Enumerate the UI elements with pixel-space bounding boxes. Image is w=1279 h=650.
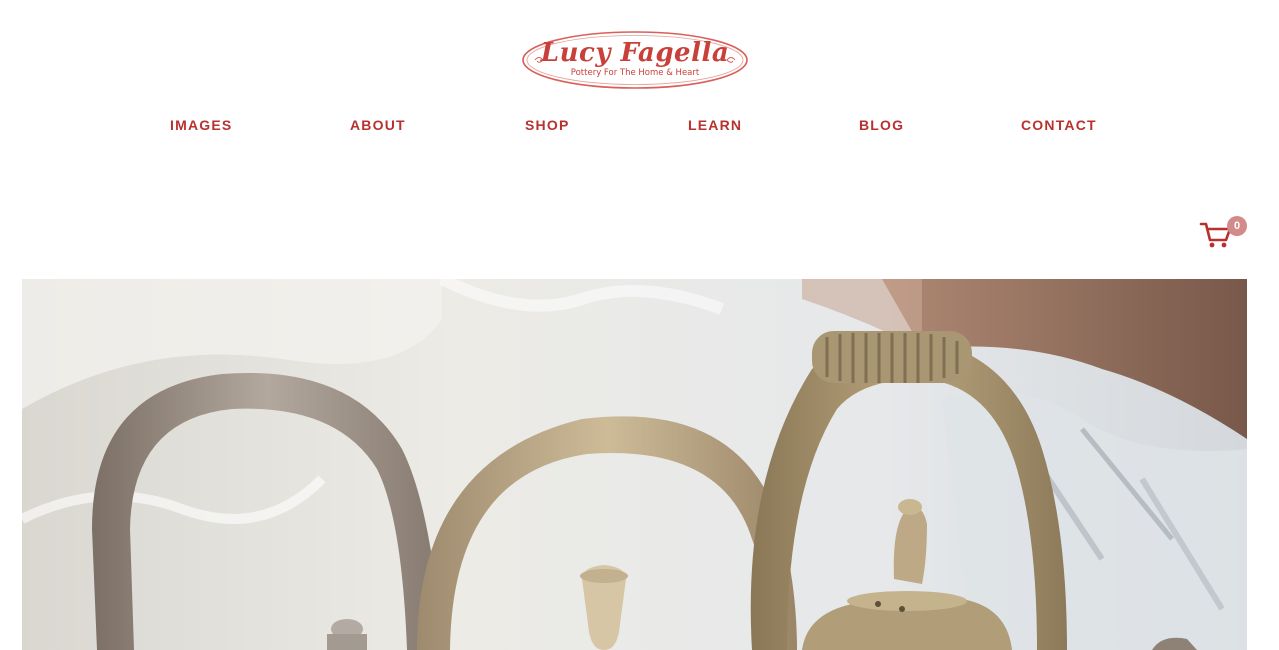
nav-item-learn[interactable]: LEARN bbox=[688, 117, 742, 133]
hero-image bbox=[22, 279, 1247, 650]
logo-title: Lucy Fagella bbox=[540, 38, 730, 68]
logo-tagline: Pottery For The Home & Heart bbox=[570, 68, 700, 78]
site-logo[interactable]: Lucy Fagella Pottery For The Home & Hear… bbox=[521, 30, 749, 90]
nav-item-images[interactable]: IMAGES bbox=[170, 117, 232, 133]
cart-button[interactable]: 0 bbox=[1199, 216, 1249, 248]
cart-count-badge: 0 bbox=[1227, 216, 1247, 236]
main-navigation: IMAGES ABOUT SHOP LEARN BLOG CONTACT bbox=[0, 117, 1279, 135]
nav-item-about[interactable]: ABOUT bbox=[350, 117, 406, 133]
nav-item-blog[interactable]: BLOG bbox=[859, 117, 904, 133]
page: Lucy Fagella Pottery For The Home & Hear… bbox=[0, 0, 1279, 650]
nav-item-shop[interactable]: SHOP bbox=[525, 117, 569, 133]
nav-item-contact[interactable]: CONTACT bbox=[1021, 117, 1097, 133]
pottery-photo bbox=[22, 279, 1247, 650]
